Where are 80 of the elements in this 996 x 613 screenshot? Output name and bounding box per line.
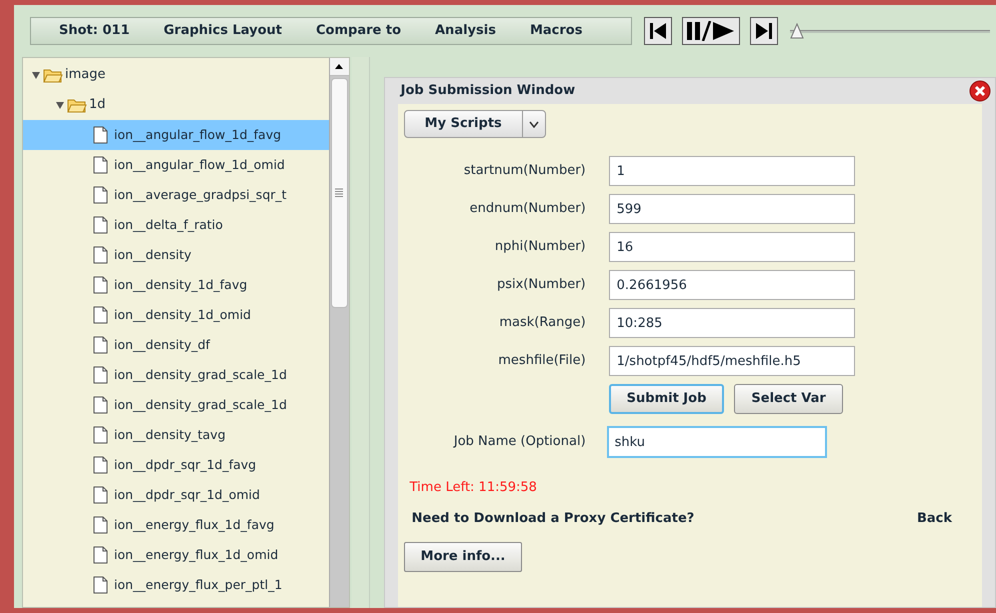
tree-item[interactable]: ion__density_df bbox=[23, 330, 329, 360]
input-field[interactable]: 599 bbox=[608, 194, 855, 224]
up-arrow-icon bbox=[335, 64, 344, 69]
file-icon bbox=[93, 546, 108, 564]
field-label: meshfile(File) bbox=[497, 352, 586, 370]
file-icon bbox=[93, 306, 108, 324]
back-link[interactable]: Back bbox=[916, 508, 952, 528]
tree-item[interactable]: ion__dpdr_sqr_1d_omid bbox=[23, 480, 329, 510]
file-icon bbox=[93, 366, 108, 384]
file-icon bbox=[93, 516, 108, 534]
field-label: psix(Number) bbox=[496, 276, 586, 294]
tree-item[interactable]: ion__density_tavg bbox=[23, 420, 329, 450]
input-field[interactable]: 1/shotpf45/hdf5/meshfile.h5 bbox=[608, 346, 855, 376]
field-label: endnum(Number) bbox=[468, 200, 586, 218]
folder-icon bbox=[67, 98, 87, 112]
action-button[interactable]: Select Var bbox=[734, 384, 843, 414]
tree-item[interactable]: ion__energy_flux_1d_omid bbox=[23, 540, 329, 570]
skip-forward-icon bbox=[755, 22, 773, 40]
pause-play-icon bbox=[686, 21, 736, 41]
file-icon bbox=[93, 156, 108, 174]
tree-item[interactable]: ion__energy_flux_1d_favg bbox=[23, 510, 329, 540]
field-label: startnum(Number) bbox=[462, 162, 586, 180]
file-icon bbox=[93, 276, 108, 294]
file-icon bbox=[93, 456, 108, 474]
file-icon bbox=[93, 396, 108, 414]
action-button[interactable]: Submit Job bbox=[608, 384, 724, 414]
input-field[interactable]: 1 bbox=[608, 156, 855, 186]
tree-item[interactable]: ion__density_grad_scale_1d bbox=[23, 390, 329, 420]
slider-thumb[interactable] bbox=[790, 23, 804, 39]
menu-item[interactable]: Macros bbox=[530, 21, 582, 41]
grip-icon bbox=[335, 188, 344, 198]
scroll-thumb[interactable] bbox=[330, 78, 348, 308]
tree-item[interactable]: ion__angular_flow_1d_favg bbox=[23, 120, 329, 150]
menu-item[interactable]: Graphics Layout bbox=[164, 21, 282, 41]
close-icon[interactable] bbox=[969, 80, 991, 102]
file-icon bbox=[93, 216, 108, 234]
scripts-dropdown[interactable]: My Scripts bbox=[404, 110, 546, 138]
scrollbar[interactable] bbox=[328, 58, 349, 607]
file-icon bbox=[93, 486, 108, 504]
scroll-up-button[interactable] bbox=[330, 58, 349, 76]
tree-item[interactable]: ion__average_gradpsi_sqr_t bbox=[23, 180, 329, 210]
expanded-arrow-icon[interactable] bbox=[55, 100, 65, 110]
input-field[interactable]: 0.2661956 bbox=[608, 270, 855, 300]
tree-item[interactable]: ion__density_1d_omid bbox=[23, 300, 329, 330]
file-icon bbox=[93, 336, 108, 354]
time-left-text: Time Left: 11:59:58 bbox=[410, 479, 538, 497]
tree-item[interactable]: ion__delta_f_ratio bbox=[23, 210, 329, 240]
file-icon bbox=[93, 576, 108, 594]
tree-item[interactable]: 1d bbox=[89, 95, 106, 115]
frame-slider[interactable] bbox=[790, 23, 990, 39]
file-icon bbox=[93, 426, 108, 444]
menu-item[interactable]: Analysis bbox=[435, 21, 496, 41]
input-field[interactable]: 10:285 bbox=[608, 308, 855, 338]
tree-item[interactable]: image bbox=[65, 65, 106, 85]
menu-item[interactable]: Shot: 011 bbox=[59, 21, 130, 41]
file-icon bbox=[93, 186, 108, 204]
field-label: mask(Range) bbox=[498, 314, 586, 332]
field-label: nphi(Number) bbox=[494, 238, 586, 256]
tree-item[interactable]: ion__energy_flux_per_ptl_1 bbox=[23, 570, 329, 600]
expanded-arrow-icon[interactable] bbox=[31, 70, 41, 80]
more-info-button[interactable]: More info... bbox=[404, 542, 522, 572]
proxy-certificate-link[interactable]: Need to Download a Proxy Certificate? bbox=[412, 508, 694, 528]
window-title: Job Submission Window bbox=[400, 82, 576, 100]
skip-forward-button[interactable] bbox=[750, 17, 778, 45]
file-icon bbox=[93, 246, 108, 264]
skip-back-icon bbox=[649, 22, 667, 40]
tree-item[interactable]: ion__dpdr_sqr_1d_favg bbox=[23, 450, 329, 480]
input-field[interactable]: 16 bbox=[608, 232, 855, 262]
tree-item[interactable]: ion__density_1d_favg bbox=[23, 270, 329, 300]
play-pause-button[interactable] bbox=[682, 17, 740, 45]
tree-item[interactable]: ion__density_grad_scale_1d bbox=[23, 360, 329, 390]
input-field[interactable]: shku bbox=[606, 426, 827, 458]
folder-icon bbox=[43, 68, 63, 82]
skip-back-button[interactable] bbox=[644, 17, 672, 45]
file-icon bbox=[93, 126, 108, 144]
tree-item[interactable]: ion__density bbox=[23, 240, 329, 270]
field-label: Job Name (Optional) bbox=[452, 433, 586, 452]
tree-item[interactable]: ion__angular_flow_1d_omid bbox=[23, 150, 329, 180]
menu-item[interactable]: Compare to bbox=[316, 21, 401, 41]
chevron-down-icon bbox=[528, 120, 539, 128]
